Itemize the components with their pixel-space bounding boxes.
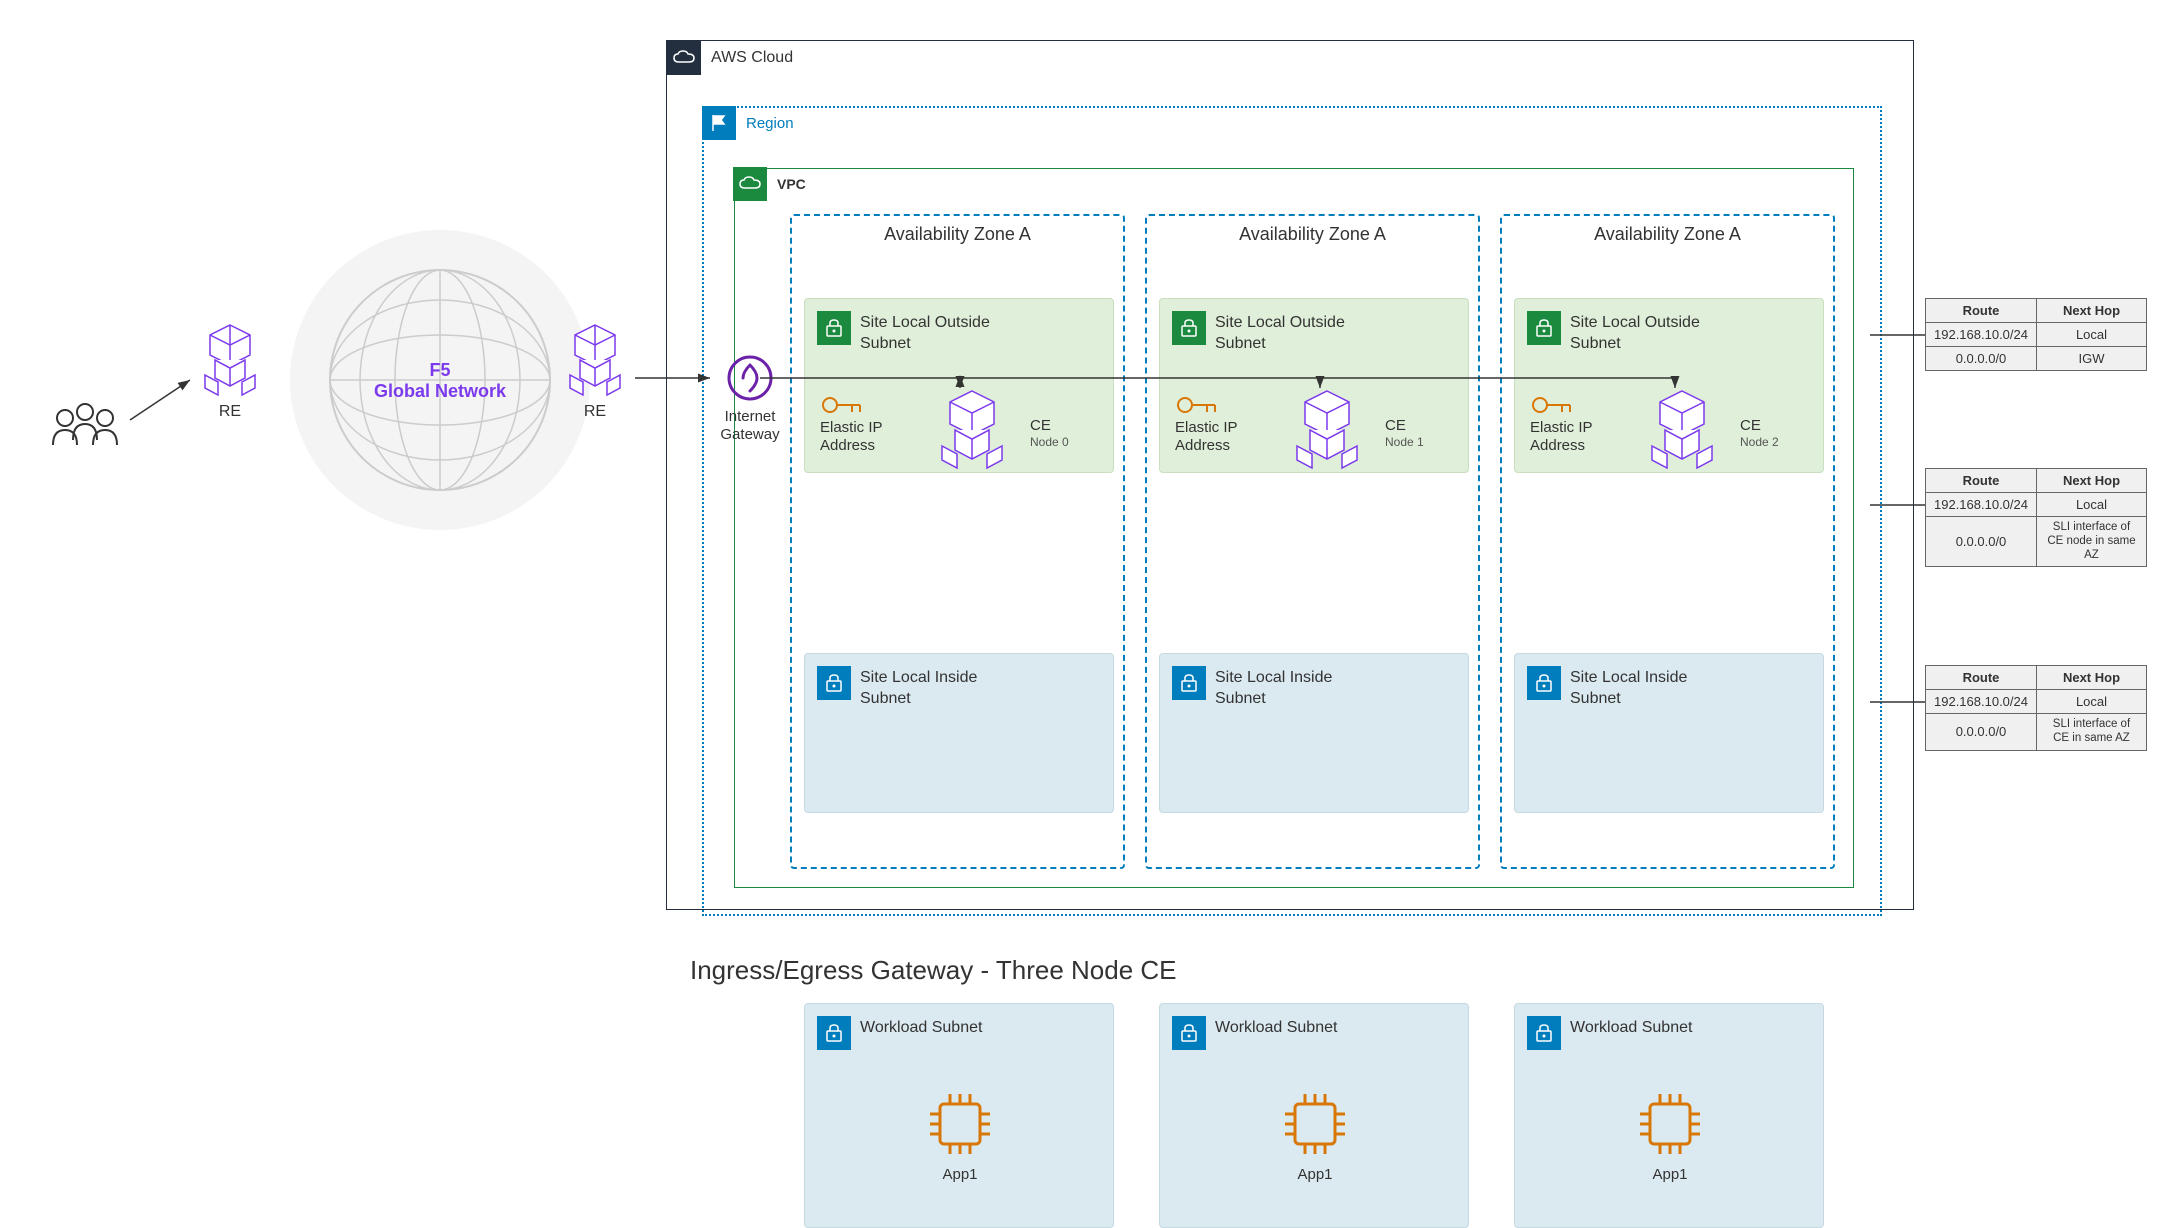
- key-icon: [820, 394, 865, 416]
- route-table-0: RouteNext Hop 192.168.10.0/24Local 0.0.0…: [1925, 298, 2147, 371]
- vpc-header: VPC: [733, 167, 1853, 201]
- ce-node-icon-1: [1287, 386, 1367, 476]
- region-flag-icon: [702, 106, 736, 140]
- inside-subnet-label-0: Site Local Inside Subnet: [860, 668, 977, 710]
- aws-cloud-header: AWS Cloud: [667, 41, 1913, 75]
- app-label-0: App1: [925, 1166, 995, 1183]
- re-cube-left: RE: [195, 320, 265, 421]
- az-title-0: Availability Zone A: [792, 216, 1123, 253]
- region-label: Region: [746, 115, 794, 132]
- workload-subnet-0: Workload Subnet App1: [804, 1003, 1114, 1228]
- aws-cloud-label: AWS Cloud: [711, 49, 793, 67]
- globe-label: F5 Global Network: [370, 360, 510, 402]
- site-local-inside-subnet-0: Site Local Inside Subnet: [804, 653, 1114, 813]
- chip-icon: [925, 1089, 995, 1159]
- diagram-caption: Ingress/Egress Gateway - Three Node CE: [690, 955, 1177, 986]
- globe-label-line2: Global Network: [370, 381, 510, 402]
- users-icon: [45, 400, 125, 458]
- key-icon: [1175, 394, 1220, 416]
- re-label-left: RE: [195, 403, 265, 421]
- availability-zone-a-0: Availability Zone A Site Local Outside S…: [790, 214, 1125, 869]
- outside-subnet-label-1: Site Local Outside Subnet: [1215, 313, 1345, 355]
- aws-cloud-container: AWS Cloud Region VPC Availability Zone A: [666, 40, 1914, 910]
- eip-label-2: Elastic IP Address: [1530, 419, 1593, 455]
- elastic-ip-1: [1175, 394, 1220, 416]
- app-chip-0: App1: [925, 1089, 995, 1183]
- inside-subnet-label-2: Site Local Inside Subnet: [1570, 668, 1687, 710]
- outside-subnet-label-0: Site Local Outside Subnet: [860, 313, 990, 355]
- workload-subnet-2: Workload Subnet App1: [1514, 1003, 1824, 1228]
- elastic-ip-0: [820, 394, 865, 416]
- internet-gateway-icon: [727, 355, 773, 401]
- vpc-cloud-icon: [733, 167, 767, 201]
- lock-icon: [1172, 666, 1206, 700]
- globe-label-line1: F5: [370, 360, 510, 381]
- site-local-inside-subnet-2: Site Local Inside Subnet: [1514, 653, 1824, 813]
- eip-label-0: Elastic IP Address: [820, 419, 883, 455]
- inside-subnet-label-1: Site Local Inside Subnet: [1215, 668, 1332, 710]
- route-table-1: RouteNext Hop 192.168.10.0/24Local 0.0.0…: [1925, 468, 2147, 567]
- workload-subnet-label-1: Workload Subnet: [1215, 1018, 1337, 1039]
- workload-subnet-1: Workload Subnet App1: [1159, 1003, 1469, 1228]
- ce-label-1: CENode 1: [1385, 417, 1424, 449]
- region-header: Region: [702, 106, 1880, 140]
- eip-label-1: Elastic IP Address: [1175, 419, 1238, 455]
- outside-subnet-label-2: Site Local Outside Subnet: [1570, 313, 1700, 355]
- ce-label-0: CE Node 0: [1030, 417, 1069, 449]
- re-label-right: RE: [560, 403, 630, 421]
- vpc-label: VPC: [777, 176, 806, 192]
- az-title-2: Availability Zone A: [1502, 216, 1833, 253]
- site-local-inside-subnet-1: Site Local Inside Subnet: [1159, 653, 1469, 813]
- re-cube-right: RE: [560, 320, 630, 421]
- app-label-2: App1: [1635, 1166, 1705, 1183]
- aws-cloud-icon: [667, 41, 701, 75]
- workload-subnet-label-0: Workload Subnet: [860, 1018, 982, 1039]
- key-icon: [1530, 394, 1575, 416]
- chip-icon: [1635, 1089, 1705, 1159]
- availability-zone-a-2: Availability Zone A Site Local Outside S…: [1500, 214, 1835, 869]
- availability-zone-a-1: Availability Zone A Site Local Outside S…: [1145, 214, 1480, 869]
- app-chip-2: App1: [1635, 1089, 1705, 1183]
- internet-gateway: Internet Gateway: [710, 355, 790, 444]
- az-title-1: Availability Zone A: [1147, 216, 1478, 253]
- app-label-1: App1: [1280, 1166, 1350, 1183]
- lock-icon: [1527, 1016, 1561, 1050]
- route-table-2: RouteNext Hop 192.168.10.0/24Local 0.0.0…: [1925, 665, 2147, 751]
- lock-icon: [817, 311, 851, 345]
- lock-icon: [817, 666, 851, 700]
- region-container: Region VPC Availability Zone A Site Loca: [702, 106, 1882, 916]
- vpc-container: VPC Availability Zone A Site Local Outsi…: [734, 168, 1854, 888]
- lock-icon: [1172, 1016, 1206, 1050]
- lock-icon: [817, 1016, 851, 1050]
- app-chip-1: App1: [1280, 1089, 1350, 1183]
- ce-node-icon-2: [1642, 386, 1722, 476]
- ce-label-2: CENode 2: [1740, 417, 1779, 449]
- igw-label: Internet Gateway: [710, 408, 790, 444]
- workload-subnet-label-2: Workload Subnet: [1570, 1018, 1692, 1039]
- elastic-ip-2: [1530, 394, 1575, 416]
- lock-icon: [1527, 311, 1561, 345]
- lock-icon: [1527, 666, 1561, 700]
- ce-node-icon-0: [932, 386, 1012, 476]
- chip-icon: [1280, 1089, 1350, 1159]
- lock-icon: [1172, 311, 1206, 345]
